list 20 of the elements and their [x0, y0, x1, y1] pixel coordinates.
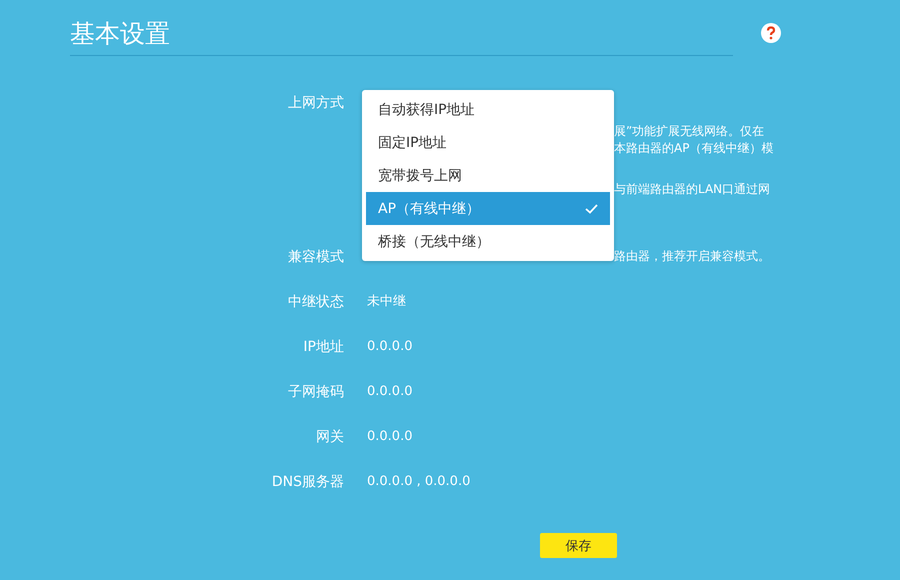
field-label: 网关 — [315, 428, 344, 447]
field-value: 0.0.0.0 , 0.0.0.0 — [367, 473, 472, 491]
field-value: 0.0.0.0 — [367, 428, 414, 446]
description-text: 路由器，推荐开启兼容模式。 — [614, 248, 771, 265]
field-label: IP地址 — [302, 338, 344, 357]
field-label: DNS服务器 — [270, 473, 344, 492]
field-value: 未中继 — [367, 293, 407, 311]
field-label: 子网掩码 — [287, 383, 344, 402]
description-text: 与前端路由器的LAN口通过网 — [614, 181, 772, 198]
check-icon — [585, 204, 598, 214]
field-value: 0.0.0.0 — [367, 338, 414, 356]
field-label: 兼容模式 — [287, 248, 344, 267]
field-label: 上网方式 — [287, 94, 344, 113]
description-text: 本路由器的AP（有线中继）模 — [614, 140, 774, 157]
field-label: 中继状态 — [287, 293, 344, 312]
help-icon[interactable] — [761, 23, 781, 43]
field-value: 0.0.0.0 — [367, 383, 414, 401]
save-button[interactable]: 保存 — [540, 533, 617, 558]
description-text: 展”功能扩展无线网络。仅在 — [614, 123, 766, 140]
page-title: 基本设置 — [70, 18, 170, 50]
